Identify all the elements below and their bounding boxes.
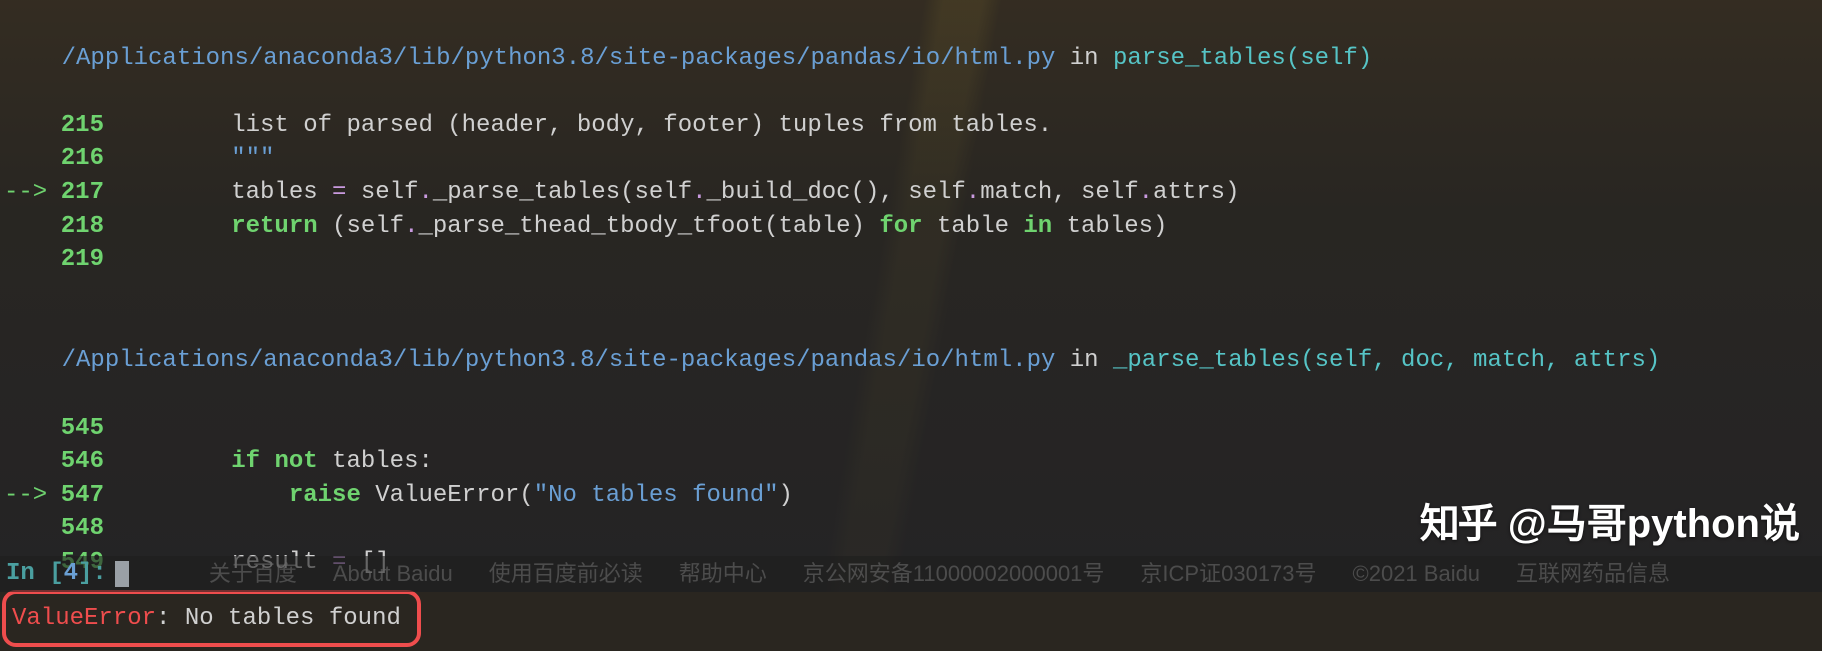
arrow-col: [0, 210, 52, 244]
code-text: tables = self._parse_tables(self._build_…: [116, 176, 1822, 210]
lineno: 218: [52, 210, 116, 244]
frame2-sig: (self, doc, match, attrs): [1300, 347, 1660, 374]
arrow-col: [0, 142, 52, 176]
error-message: : No tables found: [156, 605, 401, 632]
lineno: 546: [52, 445, 116, 479]
lineno: 217: [52, 176, 116, 210]
code-text: return (self._parse_thead_tbody_tfoot(ta…: [116, 210, 1822, 244]
frame2-path: /Applications/anaconda3/lib/python3.8/si…: [62, 347, 1056, 374]
arrow-col: [0, 243, 52, 277]
lineno: 215: [52, 109, 116, 143]
arrow-col: [0, 109, 52, 143]
lineno: 219: [52, 243, 116, 277]
prompt-label: In [4]:: [0, 557, 107, 591]
lineno: 547: [52, 479, 116, 513]
code-line: 216 """: [0, 142, 1822, 176]
code-text: """: [116, 142, 1822, 176]
footer-link: 京ICP证030173号: [1140, 559, 1316, 590]
frame1-path: /Applications/anaconda3/lib/python3.8/si…: [62, 45, 1056, 72]
code-text: [116, 243, 1822, 277]
code-line: 546 if not tables:: [0, 445, 1822, 479]
code-line: 545: [0, 412, 1822, 446]
code-line: 215 list of parsed (header, body, footer…: [0, 109, 1822, 143]
frame2-header: /Applications/anaconda3/lib/python3.8/si…: [0, 311, 1822, 412]
traceback-output: /Applications/anaconda3/lib/python3.8/si…: [0, 0, 1822, 651]
error-highlight-box: ValueError: No tables found: [2, 590, 421, 648]
error-name: ValueError: [12, 605, 156, 632]
frame2-func: _parse_tables: [1113, 347, 1300, 374]
arrow-col: [0, 512, 52, 546]
footer-link: 关于百度: [209, 559, 297, 590]
footer-link: 互联网药品信息: [1516, 559, 1670, 590]
code-text: [116, 512, 1822, 546]
background-footer-links: 关于百度 About Baidu 使用百度前必读 帮助中心 京公网安备11000…: [209, 559, 1670, 590]
code-text: if not tables:: [116, 445, 1822, 479]
arrow-col: [0, 412, 52, 446]
footer-link: ©2021 Baidu: [1353, 559, 1481, 590]
cursor-icon: [115, 561, 129, 587]
footer-link: 使用百度前必读: [489, 559, 643, 590]
code-text: list of parsed (header, body, footer) tu…: [116, 109, 1822, 143]
code-line-current: --> 547 raise ValueError("No tables foun…: [0, 479, 1822, 513]
in-word: in: [1055, 347, 1113, 374]
lineno: 548: [52, 512, 116, 546]
code-line: 548: [0, 512, 1822, 546]
in-word: in: [1055, 45, 1113, 72]
lineno: 545: [52, 412, 116, 446]
footer-link: 京公网安备11000002000001号: [803, 559, 1105, 590]
code-line: 218 return (self._parse_thead_tbody_tfoo…: [0, 210, 1822, 244]
input-prompt-row[interactable]: In [4]: 关于百度 About Baidu 使用百度前必读 帮助中心 京公…: [0, 556, 1822, 592]
frame1-header: /Applications/anaconda3/lib/python3.8/si…: [0, 8, 1822, 109]
footer-link: 帮助中心: [679, 559, 767, 590]
code-line: 219: [0, 243, 1822, 277]
lineno: 216: [52, 142, 116, 176]
footer-link: About Baidu: [333, 559, 453, 590]
frame1-func: parse_tables: [1113, 45, 1286, 72]
code-text: [116, 412, 1822, 446]
frame1-sig: (self): [1286, 45, 1372, 72]
arrow-col: [0, 445, 52, 479]
arrow-indicator: -->: [0, 176, 52, 210]
code-text: raise ValueError("No tables found"): [116, 479, 1822, 513]
code-line-current: --> 217 tables = self._parse_tables(self…: [0, 176, 1822, 210]
arrow-indicator: -->: [0, 479, 52, 513]
spacer: [0, 277, 1822, 311]
